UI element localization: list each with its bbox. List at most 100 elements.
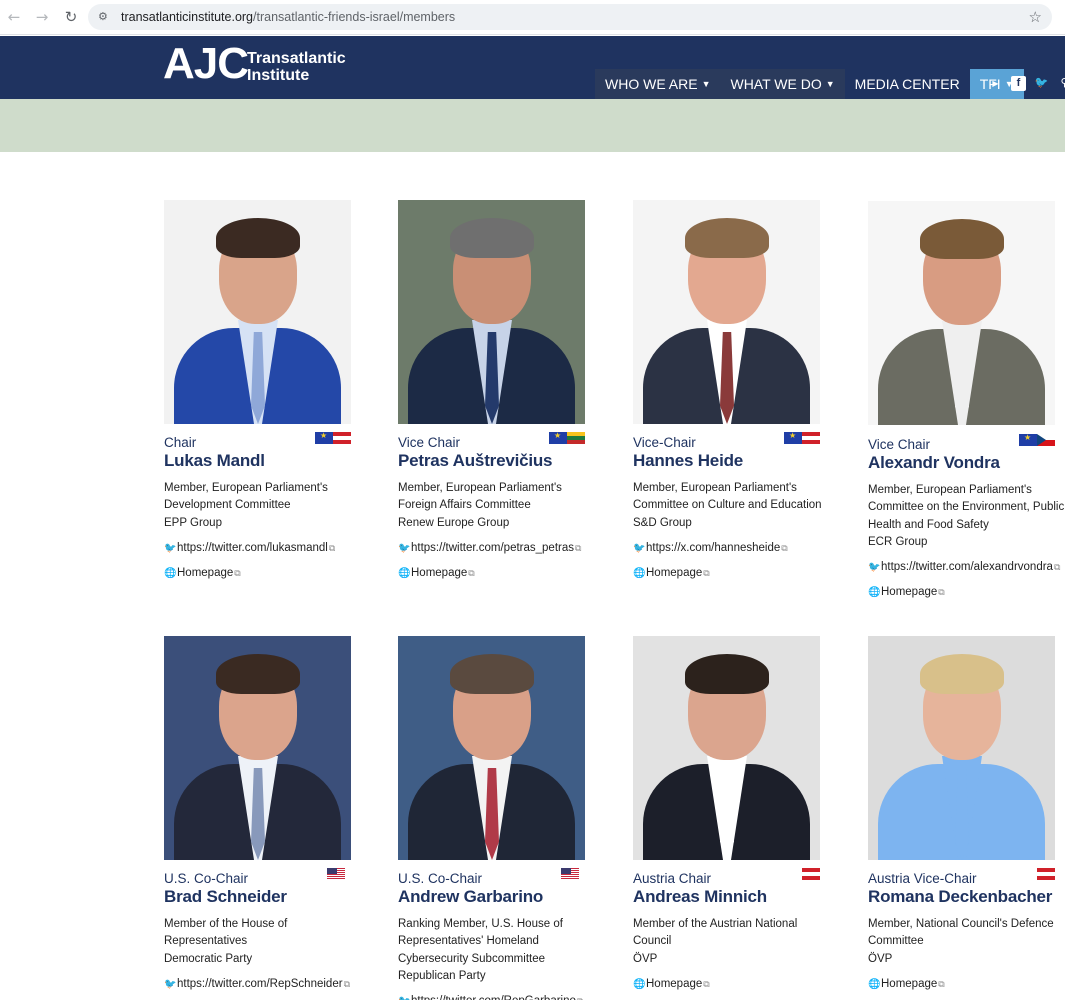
logo-text: Transatlantic Institute bbox=[247, 50, 346, 84]
member-description-line: Republican Party bbox=[398, 969, 486, 982]
external-link-icon: ⧉ bbox=[328, 543, 336, 554]
twitter-link[interactable]: 🐦https://x.com/hannesheide⧉ bbox=[633, 540, 788, 557]
member-description-line: Committee on the Environment, Public bbox=[868, 501, 1065, 514]
external-link-icon: ⧉ bbox=[938, 979, 945, 990]
member-description-line: Democratic Party bbox=[164, 952, 253, 965]
member-description-line: Committee on Culture and Education bbox=[633, 499, 822, 512]
homepage-link[interactable]: 🌐Homepage⧉ bbox=[633, 565, 710, 582]
homepage-link[interactable]: 🌐Homepage⧉ bbox=[633, 976, 710, 993]
homepage-link[interactable]: 🌐Homepage⧉ bbox=[868, 976, 945, 993]
url-domain: transatlanticinstitute.org bbox=[121, 10, 254, 24]
reload-icon[interactable]: ↻ bbox=[61, 7, 81, 27]
forward-arrow-icon[interactable]: → bbox=[32, 7, 52, 27]
at-flag-icon bbox=[333, 432, 351, 444]
eu-flag-icon bbox=[784, 432, 802, 444]
site-header: AJC Transatlantic Institute WHO WE ARE ▼ … bbox=[0, 36, 1065, 99]
external-link-icon: ⧉ bbox=[234, 568, 241, 579]
twitter-link[interactable]: 🐦https://twitter.com/RepSchneider⧉ bbox=[164, 976, 350, 993]
address-bar[interactable]: ⚙ transatlanticinstitute.org/transatlant… bbox=[88, 4, 1052, 30]
twitter-url: https://twitter.com/petras_petras bbox=[411, 541, 574, 554]
nav-media-center[interactable]: MEDIA CENTER bbox=[845, 69, 970, 99]
social-links: ▶ f 🐦 ⚲ bbox=[988, 76, 1065, 91]
eu-flag-icon bbox=[1019, 434, 1037, 446]
member-photo bbox=[633, 636, 820, 860]
eu-flag-icon bbox=[549, 432, 567, 444]
logo-line-2: Institute bbox=[247, 67, 310, 84]
homepage-label: Homepage bbox=[177, 566, 234, 579]
member-name: Romana Deckenbacher bbox=[868, 887, 1053, 906]
member-description-line: Member, National Council's Defence bbox=[868, 918, 1054, 930]
member-description-line: Member, European Parliament's bbox=[868, 484, 1032, 496]
nav-label: WHAT WE DO bbox=[730, 76, 822, 92]
search-icon[interactable]: ⚲ bbox=[1057, 76, 1065, 91]
twitter-icon[interactable]: 🐦 bbox=[1034, 76, 1049, 91]
homepage-link[interactable]: 🌐Homepage⧉ bbox=[398, 565, 475, 582]
back-arrow-icon[interactable]: ← bbox=[4, 7, 24, 27]
url-text[interactable]: transatlanticinstitute.org/transatlantic… bbox=[121, 9, 455, 25]
globe-icon: 🌐 bbox=[868, 978, 881, 990]
globe-icon: 🌐 bbox=[398, 567, 411, 579]
member-description-line: Representatives bbox=[164, 935, 248, 948]
logo-line-1: Transatlantic bbox=[247, 50, 346, 67]
facebook-icon[interactable]: f bbox=[1011, 76, 1026, 91]
nav-what-we-do[interactable]: WHAT WE DO ▼ bbox=[720, 69, 845, 99]
cz-flag-icon bbox=[1037, 434, 1055, 446]
member-role: U.S. Co-Chair bbox=[164, 871, 249, 886]
twitter-link[interactable]: 🐦https://twitter.com/lukasmandl⧉ bbox=[164, 540, 335, 557]
member-name: Petras Auštrevičius bbox=[398, 451, 553, 470]
member-description-line: Foreign Affairs Committee bbox=[398, 499, 531, 512]
twitter-icon: 🐦 bbox=[868, 562, 881, 574]
twitter-url: https://twitter.com/RepGarbarino bbox=[411, 995, 576, 1000]
external-link-icon: ⧉ bbox=[343, 979, 350, 990]
member-description-line: Member, European Parliament's bbox=[398, 482, 562, 494]
member-description-line: ÖVP bbox=[633, 952, 658, 965]
youtube-icon[interactable]: ▶ bbox=[988, 76, 1003, 91]
member-photo bbox=[398, 636, 585, 860]
country-flags bbox=[315, 432, 351, 444]
member-role: Austria Vice-Chair bbox=[868, 871, 977, 886]
at-flag-icon bbox=[802, 432, 820, 444]
member-role: Vice Chair bbox=[868, 437, 931, 452]
twitter-url: https://twitter.com/RepSchneider bbox=[177, 977, 343, 990]
member-photo bbox=[164, 636, 351, 860]
logo-mark: AJC bbox=[163, 39, 249, 88]
twitter-icon: 🐦 bbox=[633, 542, 646, 554]
nav-label: MEDIA CENTER bbox=[854, 76, 960, 92]
main-navigation: WHO WE ARE ▼ WHAT WE DO ▼ MEDIA CENTER TFI… bbox=[595, 69, 1024, 99]
caret-down-icon: ▼ bbox=[825, 79, 835, 89]
twitter-icon: 🐦 bbox=[398, 542, 411, 554]
homepage-label: Homepage bbox=[881, 586, 938, 599]
nav-who-we-are[interactable]: WHO WE ARE ▼ bbox=[595, 69, 721, 99]
lt-flag-icon bbox=[567, 432, 585, 444]
globe-icon: 🌐 bbox=[633, 567, 646, 579]
twitter-link[interactable]: 🐦https://twitter.com/RepGarbarino⧉ bbox=[398, 993, 583, 1000]
member-name: Andrew Garbarino bbox=[398, 887, 544, 906]
twitter-link[interactable]: 🐦https://twitter.com/alexandrvondra⧉ bbox=[868, 559, 1060, 576]
external-link-icon: ⧉ bbox=[781, 543, 788, 554]
member-description-line: Development Committee bbox=[164, 499, 291, 512]
us-flag-icon bbox=[561, 868, 579, 880]
bookmark-star-icon[interactable]: ☆ bbox=[1029, 8, 1042, 26]
member-role: Chair bbox=[164, 435, 197, 450]
homepage-link[interactable]: 🌐Homepage⧉ bbox=[868, 584, 945, 601]
member-photo bbox=[868, 636, 1055, 860]
member-role: Austria Chair bbox=[633, 871, 712, 886]
member-name: Alexandr Vondra bbox=[868, 453, 1000, 472]
member-photo bbox=[398, 200, 585, 424]
member-description-line: Member, European Parliament's bbox=[164, 482, 328, 494]
twitter-link[interactable]: 🐦https://twitter.com/petras_petras⧉ bbox=[398, 540, 581, 557]
member-name: Brad Schneider bbox=[164, 887, 287, 906]
twitter-icon: 🐦 bbox=[398, 994, 411, 1000]
homepage-link[interactable]: 🌐Homepage⧉ bbox=[164, 565, 241, 582]
twitter-icon: 🐦 bbox=[164, 978, 177, 990]
nav-label: WHO WE ARE bbox=[605, 76, 698, 92]
member-description-line: Ranking Member, U.S. House of bbox=[398, 918, 563, 930]
homepage-label: Homepage bbox=[881, 977, 938, 990]
eu-flag-icon bbox=[315, 432, 333, 444]
member-description-line: Health and Food Safety bbox=[868, 518, 989, 531]
page-banner bbox=[0, 99, 1065, 152]
country-flags bbox=[1037, 868, 1055, 880]
site-settings-icon[interactable]: ⚙ bbox=[98, 9, 114, 25]
country-flags bbox=[802, 868, 820, 880]
us-flag-icon bbox=[327, 868, 345, 880]
